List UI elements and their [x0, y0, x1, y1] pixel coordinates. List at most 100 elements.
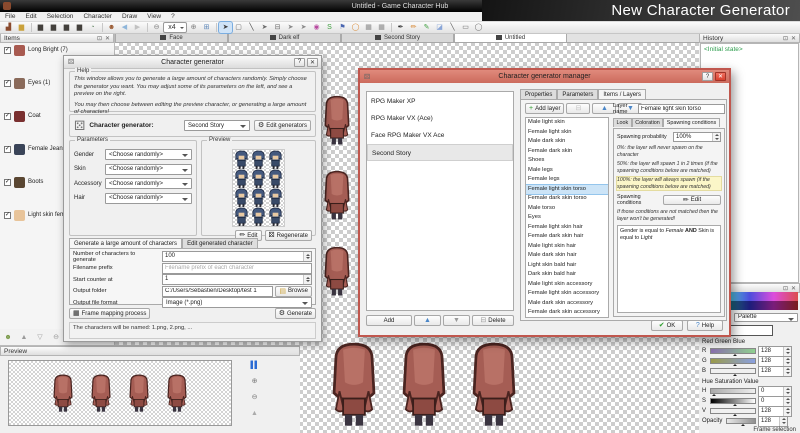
item-checkbox[interactable]: ✓: [4, 146, 11, 153]
platform-icon[interactable]: ▲: [248, 408, 261, 419]
generator-select[interactable]: Second Story: [184, 120, 250, 131]
output-folder-input[interactable]: [162, 286, 273, 297]
parameter-select[interactable]: <Choose randomly>: [105, 149, 192, 160]
eyedropper-icon[interactable]: ✎: [420, 22, 433, 33]
character-generator-icon[interactable]: ☻: [105, 22, 118, 33]
history-icon[interactable]: ◔: [86, 22, 99, 33]
item-checkbox[interactable]: ✓: [4, 212, 11, 219]
zoom-in-icon[interactable]: ⊕: [248, 376, 261, 387]
layer-list-item[interactable]: Female dark skin accessory: [526, 308, 608, 318]
float-panel-icon[interactable]: ⊡: [783, 285, 788, 292]
layer-subtab[interactable]: Look: [613, 118, 632, 127]
generator-list-item[interactable]: RPG Maker VX (Ace): [367, 110, 513, 127]
layer-list-item[interactable]: Male light skin accessory: [526, 280, 608, 290]
dialog-help-icon[interactable]: ?: [294, 58, 305, 67]
color-slider[interactable]: [710, 358, 756, 364]
parameter-select[interactable]: <Choose randomly>: [105, 164, 192, 175]
format-select[interactable]: Image (*.png): [162, 297, 312, 308]
move-item-down-icon[interactable]: ▽: [34, 332, 46, 343]
layer-list-item[interactable]: Eyes: [526, 213, 608, 223]
float-panel-icon[interactable]: ⊡: [783, 35, 788, 42]
close-panel-icon[interactable]: ✕: [105, 35, 110, 42]
add-item-icon[interactable]: ☻: [2, 332, 14, 343]
help-button[interactable]: ? Help: [687, 320, 723, 331]
count-spinbox[interactable]: 100: [162, 251, 312, 262]
export-image-icon[interactable]: ▆: [73, 22, 86, 33]
layer-list-item[interactable]: Female dark skin: [526, 147, 608, 157]
palette-select[interactable]: Palette: [734, 313, 798, 322]
parameter-select[interactable]: <Choose randomly>: [105, 193, 192, 204]
browse-button[interactable]: ▤ Browse: [275, 286, 312, 297]
history-entry[interactable]: <Initial state>: [704, 46, 795, 53]
color-slider[interactable]: [710, 368, 756, 374]
counter-spinbox[interactable]: 1: [162, 274, 312, 285]
delete-layer-button[interactable]: ⊟: [566, 103, 590, 114]
probability-spinbox[interactable]: 100%: [673, 132, 721, 142]
dialog-close-icon[interactable]: ✕: [715, 72, 726, 81]
generator-list-item[interactable]: Face RPG Maker VX Ace: [367, 127, 513, 144]
menu-item[interactable]: ?: [166, 13, 180, 20]
layer-list-item[interactable]: Female light skin torso: [526, 185, 608, 195]
filename-prefix-input[interactable]: [162, 263, 312, 274]
color-value-spinbox[interactable]: 128: [758, 366, 792, 377]
subtract-selection-icon[interactable]: ⊟: [271, 22, 284, 33]
save-as-icon[interactable]: ▆: [47, 22, 60, 33]
generator-tab[interactable]: Generate a large amount of characters: [69, 238, 182, 248]
generator-tab[interactable]: Edit generated character: [182, 238, 258, 248]
swap-colors-icon[interactable]: S: [323, 22, 336, 33]
new-character-icon[interactable]: ▟: [2, 22, 15, 33]
layer-list-item[interactable]: Female light skin hair: [526, 223, 608, 233]
pen-icon[interactable]: ✒: [394, 22, 407, 33]
item-checkbox[interactable]: ✓: [4, 179, 11, 186]
tab-dark-elf[interactable]: Dark elf: [228, 33, 341, 42]
layer-list-item[interactable]: Male dark skin accessory: [526, 299, 608, 309]
undo-icon[interactable]: ◀: [118, 22, 131, 33]
color-slider[interactable]: [710, 398, 756, 404]
frame-mapping-button[interactable]: ▦ Frame mapping process: [69, 308, 150, 319]
delete-generator-button[interactable]: ⊟ Delete: [472, 315, 514, 326]
generate-button[interactable]: ⚙ Generate: [275, 308, 316, 319]
menu-item[interactable]: File: [0, 13, 20, 20]
layer-name-input[interactable]: [638, 104, 725, 114]
circle-tool-icon[interactable]: ◯: [349, 22, 362, 33]
layer-list-item[interactable]: Male legs: [526, 166, 608, 176]
tab-untitled[interactable]: Untitled: [454, 33, 567, 42]
layer-list-item[interactable]: Female dark skin torso: [526, 194, 608, 204]
menu-item[interactable]: Draw: [117, 13, 142, 20]
layer-list-item[interactable]: Light skin bald hair: [526, 261, 608, 271]
dialog-help-icon[interactable]: ?: [702, 72, 713, 81]
ellipse-tool-icon[interactable]: ◯: [472, 22, 485, 33]
manager-tab[interactable]: Properties: [520, 89, 557, 99]
invert-selection-icon[interactable]: ➤: [297, 22, 310, 33]
item-checkbox[interactable]: ✓: [4, 80, 11, 87]
line-tool-icon[interactable]: ╲: [446, 22, 459, 33]
frame-selection-label[interactable]: Frame selection: [753, 427, 796, 433]
edit-conditions-button[interactable]: ✏ Edit: [663, 195, 721, 205]
eraser-icon[interactable]: ◪: [433, 22, 446, 33]
color-slider[interactable]: [710, 408, 756, 414]
add-selection-icon[interactable]: ➤: [284, 22, 297, 33]
redo-icon[interactable]: ▶: [131, 22, 144, 33]
layer-list-item[interactable]: Female light skin: [526, 128, 608, 138]
pause-icon[interactable]: ▌▌: [248, 360, 261, 371]
menu-item[interactable]: Character: [78, 13, 117, 20]
regenerate-button[interactable]: ⚄ Regenerate: [265, 230, 312, 241]
pencil-icon[interactable]: ✏: [407, 22, 420, 33]
menu-item[interactable]: Selection: [42, 13, 79, 20]
close-panel-icon[interactable]: ✕: [791, 35, 796, 42]
menu-item[interactable]: Edit: [20, 13, 41, 20]
opacity-slider[interactable]: [726, 418, 756, 424]
opacity-spinbox[interactable]: 128: [758, 416, 788, 427]
tab-face[interactable]: Face: [115, 33, 228, 42]
add-generator-button[interactable]: Add: [366, 315, 412, 326]
item-checkbox[interactable]: ✓: [4, 47, 11, 54]
generator-dialog-titlebar[interactable]: ⚄ Character generator ? ✕: [64, 56, 321, 69]
rect-tool-icon[interactable]: ▭: [459, 22, 472, 33]
generator-list-item[interactable]: Second Story: [367, 144, 513, 161]
manager-tab[interactable]: Items / Layers: [598, 89, 646, 99]
remove-item-icon[interactable]: ⊖: [50, 332, 62, 343]
layer-list-item[interactable]: Shoes: [526, 156, 608, 166]
menu-item[interactable]: View: [142, 13, 166, 20]
generator-list-item[interactable]: RPG Maker XP: [367, 93, 513, 110]
save-icon[interactable]: ▆: [34, 22, 47, 33]
